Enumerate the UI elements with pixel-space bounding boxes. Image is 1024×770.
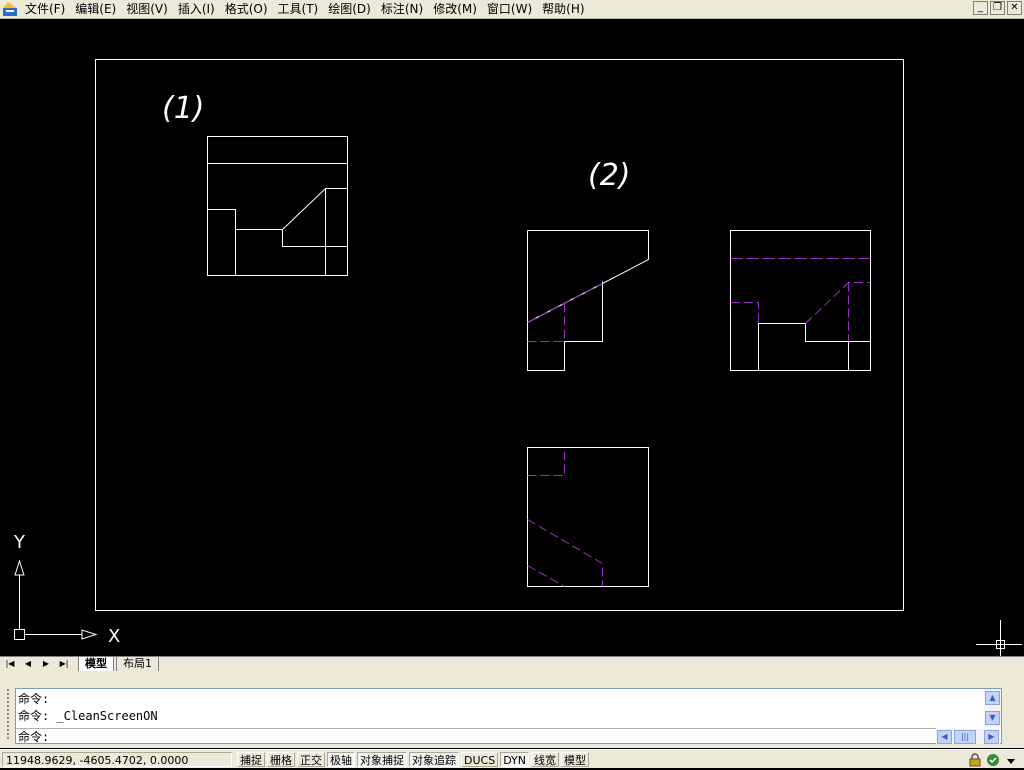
menu-tools[interactable]: 工具(T) (276, 0, 327, 19)
menu-edit[interactable]: 编辑(E) (73, 0, 124, 19)
menu-insert[interactable]: 插入(I) (176, 0, 223, 19)
menu-draw[interactable]: 绘图(D) (326, 0, 379, 19)
status-bar: 11948.9629, -4605.4702, 0.0000 捕捉 栅格 正交 … (0, 749, 1024, 768)
menu-items: 文件(F) 编辑(E) 视图(V) 插入(I) 格式(O) 工具(T) 绘图(D… (23, 0, 593, 19)
command-vertical-scrollbar[interactable]: ▲ ▼ (984, 689, 1001, 727)
crosshair-cursor-icon (976, 620, 1022, 656)
scroll-up-icon[interactable]: ▲ (985, 691, 1000, 705)
command-horizontal-scrollbar[interactable]: ◀ ||| ▶ (936, 729, 1000, 744)
menu-modify[interactable]: 修改(M) (431, 0, 485, 19)
command-splitter[interactable] (0, 671, 1024, 684)
scroll-down-icon[interactable]: ▼ (985, 711, 1000, 725)
figure-2-front-view (527, 230, 649, 371)
drawing-svg[interactable]: (1) (2) Y X (0, 19, 1024, 656)
command-window: 命令: 命令: _CleanScreenON 命令: ▲ ▼ ◀ ||| ▶ (0, 684, 1024, 748)
coordinate-readout[interactable]: 11948.9629, -4605.4702, 0.0000 (2, 752, 232, 767)
last-tab-icon[interactable]: ▶| (56, 658, 72, 670)
ucs-y-label: Y (13, 532, 26, 553)
toggle-dyn[interactable]: DYN (500, 752, 530, 767)
ucs-icon (14, 559, 98, 640)
toggle-polar[interactable]: 极轴 (327, 752, 355, 767)
toggle-ortho[interactable]: 正交 (297, 752, 325, 767)
ucs-x-label: X (108, 626, 120, 647)
command-window-grip[interactable] (7, 689, 14, 739)
scroll-left-icon[interactable]: ◀ (937, 730, 952, 744)
command-history-line: 命令: (18, 692, 50, 706)
scroll-thumb[interactable]: ||| (954, 730, 976, 744)
status-tray (968, 751, 1018, 768)
menu-dimension[interactable]: 标注(N) (379, 0, 431, 19)
sheet-border (95, 59, 904, 611)
figure-label-2: (2) (588, 158, 631, 193)
figure-2-top-view (527, 447, 649, 587)
menu-help[interactable]: 帮助(H) (540, 0, 592, 19)
toggle-grid[interactable]: 栅格 (267, 752, 295, 767)
window-buttons: _ ❐ ✕ (973, 1, 1022, 15)
command-input[interactable]: 命令: (18, 729, 49, 745)
menu-file[interactable]: 文件(F) (23, 0, 73, 19)
command-history-line: 命令: _CleanScreenON (18, 709, 158, 723)
communication-center-icon[interactable] (986, 753, 1000, 767)
figure-1-view (207, 136, 348, 276)
tab-model[interactable]: 模型 (78, 657, 114, 672)
next-tab-icon[interactable]: ▶ (38, 658, 54, 670)
autocad-app-icon[interactable] (3, 2, 18, 16)
menu-bar: 文件(F) 编辑(E) 视图(V) 插入(I) 格式(O) 工具(T) 绘图(D… (0, 0, 1024, 19)
status-toggles: 捕捉 栅格 正交 极轴 对象捕捉 对象追踪 DUCS DYN 线宽 模型 (237, 752, 590, 767)
drawing-canvas[interactable]: (1) (2) Y X (0, 19, 1024, 656)
restore-icon[interactable]: ❐ (990, 1, 1005, 15)
toggle-otrack[interactable]: 对象追踪 (409, 752, 459, 767)
minimize-icon[interactable]: _ (973, 1, 988, 15)
figure-label-1: (1) (162, 91, 205, 126)
toggle-lineweight[interactable]: 线宽 (531, 752, 560, 767)
first-tab-icon[interactable]: |◀ (2, 658, 18, 670)
lock-icon[interactable] (968, 752, 982, 767)
scroll-right-icon[interactable]: ▶ (984, 730, 999, 744)
menu-format[interactable]: 格式(O) (223, 0, 276, 19)
toggle-osnap[interactable]: 对象捕捉 (357, 752, 407, 767)
command-history[interactable]: 命令: 命令: _CleanScreenON 命令: ▲ ▼ ◀ ||| ▶ (15, 688, 1002, 744)
close-icon[interactable]: ✕ (1007, 1, 1022, 15)
toggle-model[interactable]: 模型 (561, 752, 590, 767)
command-separator (16, 728, 936, 729)
menu-window[interactable]: 窗口(W) (485, 0, 540, 19)
toggle-ducs[interactable]: DUCS (461, 752, 499, 767)
toggle-snap[interactable]: 捕捉 (237, 752, 265, 767)
figure-2-side-view (730, 230, 871, 371)
tab-layout1[interactable]: 布局1 (116, 657, 159, 672)
tray-settings-arrow-icon[interactable] (1004, 753, 1018, 767)
layout-tab-bar: |◀ ◀ ▶ ▶| 模型 布局1 (0, 656, 1024, 672)
prev-tab-icon[interactable]: ◀ (20, 658, 36, 670)
menu-view[interactable]: 视图(V) (124, 0, 176, 19)
